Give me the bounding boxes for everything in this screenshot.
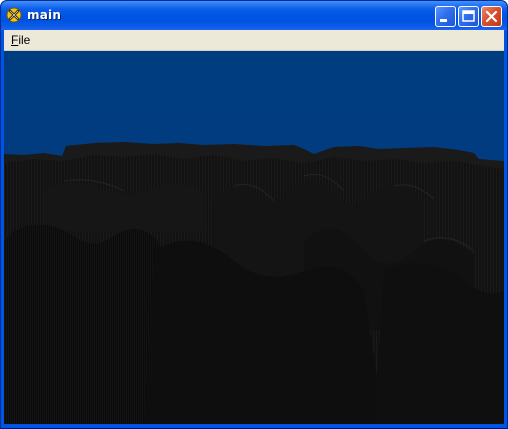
maximize-icon [462, 10, 475, 22]
terrain-scene [4, 51, 504, 424]
app-icon[interactable] [6, 7, 22, 23]
minimize-button[interactable] [435, 6, 456, 27]
minimize-icon [440, 19, 447, 22]
close-button[interactable] [481, 6, 502, 27]
app-window: main File [0, 0, 508, 429]
close-icon [485, 10, 498, 23]
terrain-viewport[interactable] [4, 51, 504, 424]
window-title: main [27, 8, 62, 22]
maximize-button[interactable] [458, 6, 479, 27]
menu-file-label-rest: ile [18, 33, 31, 47]
menu-bar: File [4, 30, 504, 51]
title-bar[interactable]: main [1, 1, 507, 30]
menu-file[interactable]: File [8, 32, 33, 48]
